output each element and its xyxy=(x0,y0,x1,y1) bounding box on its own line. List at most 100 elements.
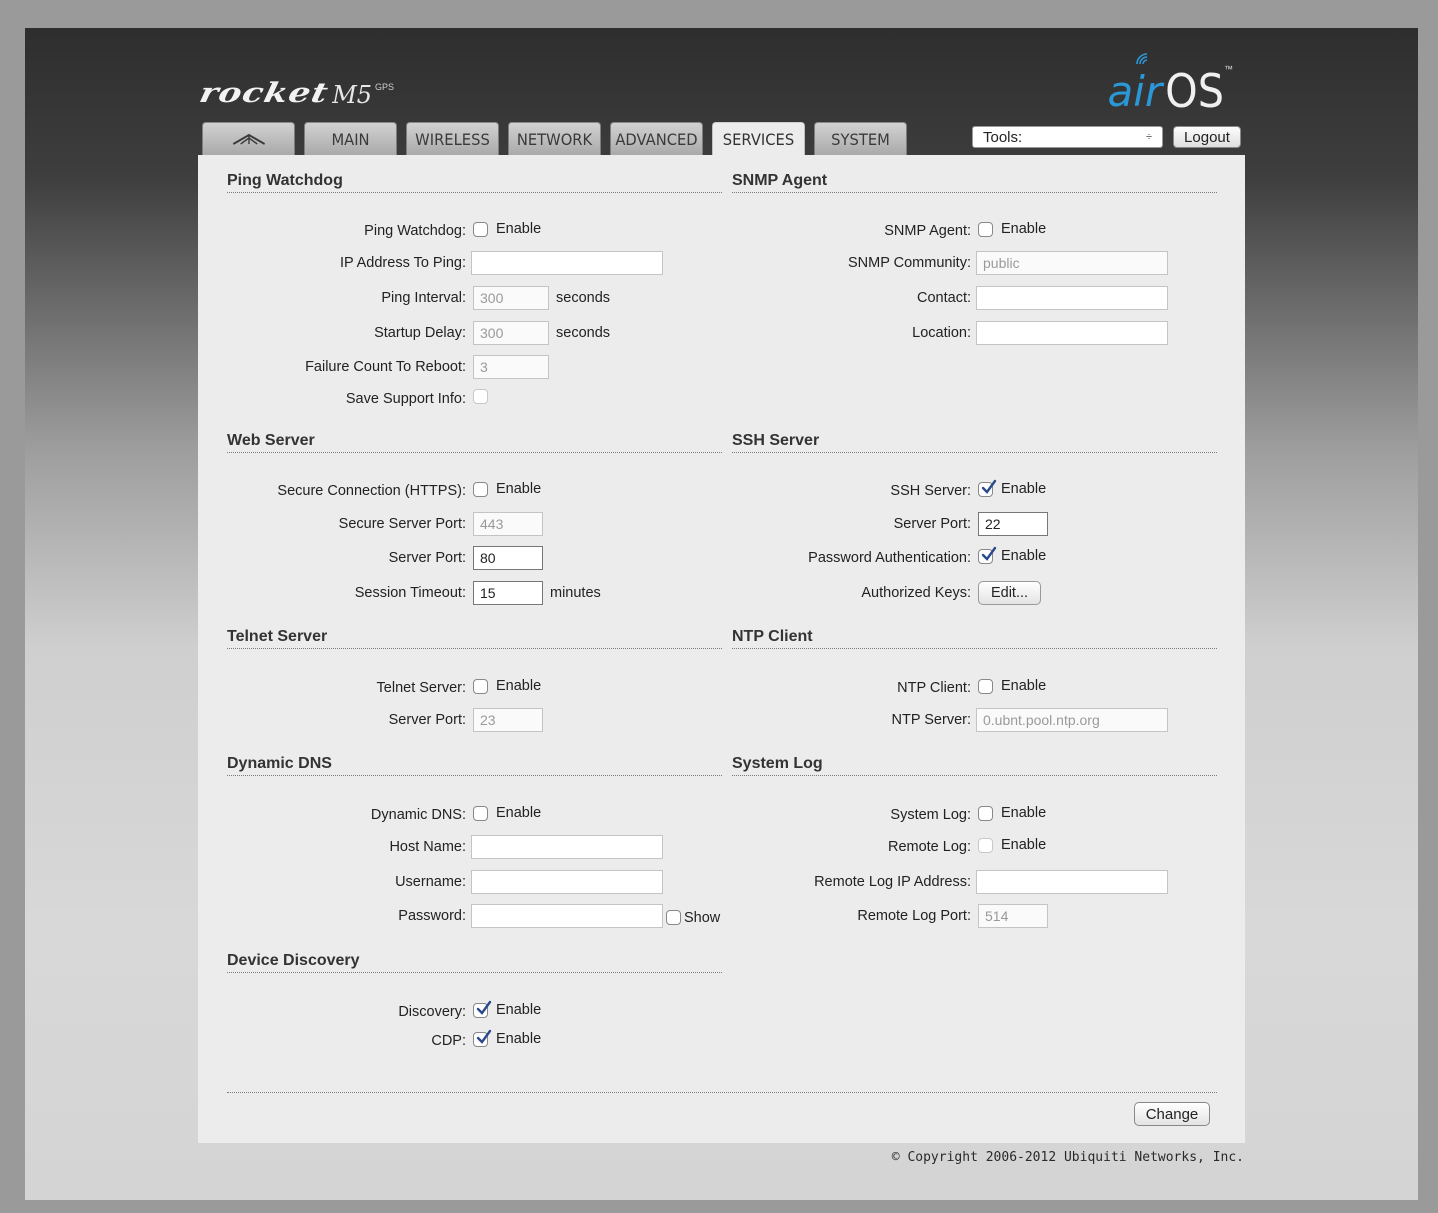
remote-log-label: Remote Log: xyxy=(887,839,971,855)
airos-air: air xyxy=(1107,67,1163,116)
https-control: Enable xyxy=(473,481,541,497)
dynamic-dns-section: Dynamic DNS xyxy=(227,755,722,776)
services-panel: Ping Watchdog Ping Watchdog: Enable IP A… xyxy=(198,155,1245,1143)
web-port-control: 80 xyxy=(473,546,543,570)
https-label: Secure Connection (HTTPS): xyxy=(277,483,466,499)
password-auth-checkbox[interactable] xyxy=(978,546,997,564)
logo-product: rocket xyxy=(196,77,332,109)
airos-tm: ™ xyxy=(1224,64,1233,74)
ssh-server-control: Enable xyxy=(978,479,1046,497)
snmp-community-label: SNMP Community: xyxy=(847,255,971,271)
location-input[interactable] xyxy=(976,321,1168,345)
ntp-client-section: NTP Client xyxy=(732,628,1217,649)
tab-advanced[interactable]: ADVANCED xyxy=(610,122,703,155)
cdp-checkbox[interactable] xyxy=(473,1029,492,1047)
startup-delay-control: 300 seconds xyxy=(473,321,610,345)
web-port-input[interactable]: 80 xyxy=(473,546,543,570)
host-name-label: Host Name: xyxy=(389,839,466,855)
enable-label: Enable xyxy=(496,678,542,694)
startup-delay-input[interactable]: 300 xyxy=(473,321,549,345)
contact-input[interactable] xyxy=(976,286,1168,310)
ssh-server-checkbox[interactable] xyxy=(978,479,997,497)
failure-count-control: 3 xyxy=(473,355,549,379)
tab-network[interactable]: NETWORK xyxy=(508,122,601,155)
tab-home[interactable] xyxy=(202,122,295,155)
logout-button[interactable]: Logout xyxy=(1173,126,1241,148)
remote-log-port-input[interactable]: 514 xyxy=(978,904,1048,928)
seconds-unit: seconds xyxy=(556,325,611,341)
ubiquiti-logo-icon xyxy=(232,133,265,145)
password-auth-label: Password Authentication: xyxy=(808,550,971,566)
remote-log-port-label: Remote Log Port: xyxy=(857,908,971,924)
ssh-port-input[interactable]: 22 xyxy=(978,512,1048,536)
seconds-unit: seconds xyxy=(556,290,611,306)
bottom-divider xyxy=(227,1092,1217,1093)
minutes-unit: minutes xyxy=(550,585,601,601)
select-arrows-icon: ÷ xyxy=(1145,131,1152,143)
enable-label: Enable xyxy=(496,1031,542,1047)
authorized-keys-control: Edit... xyxy=(978,581,1041,605)
https-checkbox[interactable] xyxy=(473,481,488,497)
snmp-community-input[interactable]: public xyxy=(976,251,1168,275)
enable-label: Enable xyxy=(1001,221,1047,237)
ping-interval-control: 300 seconds xyxy=(473,286,610,310)
telnet-port-input[interactable]: 23 xyxy=(473,708,543,732)
enable-label: Enable xyxy=(1001,678,1047,694)
snmp-agent-control: Enable xyxy=(978,221,1046,237)
tab-system[interactable]: SYSTEM xyxy=(814,122,907,155)
section-title: NTP Client xyxy=(732,628,1217,649)
section-title: Dynamic DNS xyxy=(227,755,722,776)
show-password-checkbox[interactable] xyxy=(666,910,681,925)
username-input[interactable] xyxy=(471,870,663,894)
telnet-server-checkbox[interactable] xyxy=(473,678,488,694)
ntp-server-input[interactable]: 0.ubnt.pool.ntp.org xyxy=(976,708,1168,732)
telnet-port-label: Server Port: xyxy=(388,712,466,728)
change-button[interactable]: Change xyxy=(1134,1102,1210,1126)
checkmark-icon xyxy=(981,546,997,561)
ddns-checkbox[interactable] xyxy=(473,805,488,821)
ip-address-input[interactable] xyxy=(471,251,663,275)
remote-log-checkbox[interactable] xyxy=(978,837,993,853)
authorized-keys-label: Authorized Keys: xyxy=(861,585,971,601)
telnet-server-control: Enable xyxy=(473,678,541,694)
save-support-checkbox[interactable] xyxy=(473,389,488,404)
secure-port-input[interactable]: 443 xyxy=(473,512,543,536)
discovery-checkbox[interactable] xyxy=(473,1000,492,1018)
cdp-control: Enable xyxy=(473,1029,542,1047)
rocket-logo: rocket M5 GPS xyxy=(196,77,395,109)
ntp-client-checkbox[interactable] xyxy=(978,678,993,694)
section-title: SSH Server xyxy=(732,432,1217,453)
failure-count-input[interactable]: 3 xyxy=(473,355,549,379)
discovery-control: Enable xyxy=(473,1000,541,1018)
snmp-agent-label: SNMP Agent: xyxy=(884,223,971,239)
password-input[interactable] xyxy=(471,904,663,928)
session-timeout-input[interactable]: 15 xyxy=(473,581,543,605)
remote-log-ip-input[interactable] xyxy=(976,870,1168,894)
logo-suffix: GPS xyxy=(375,82,395,92)
ssh-server-section: SSH Server xyxy=(732,432,1217,453)
system-log-checkbox[interactable] xyxy=(978,805,993,821)
airos-os: OS xyxy=(1165,64,1224,118)
snmp-agent-checkbox[interactable] xyxy=(978,221,993,237)
session-timeout-label: Session Timeout: xyxy=(354,585,466,601)
copyright-text: © Copyright 2006-2012 Ubiquiti Networks,… xyxy=(891,1150,1244,1165)
enable-label: Enable xyxy=(496,221,542,237)
snmp-community-control: public xyxy=(976,251,1168,275)
ping-watchdog-checkbox[interactable] xyxy=(473,221,488,237)
tab-services[interactable]: SERVICES xyxy=(712,122,805,156)
ddns-control: Enable xyxy=(473,805,541,821)
edit-keys-button[interactable]: Edit... xyxy=(978,581,1041,605)
host-name-input[interactable] xyxy=(471,835,663,859)
section-title: Device Discovery xyxy=(227,952,722,973)
system-log-section: System Log xyxy=(732,755,1217,776)
save-support-label: Save Support Info: xyxy=(345,391,466,407)
ping-watchdog-control: Enable xyxy=(473,221,541,237)
tab-wireless[interactable]: WIRELESS xyxy=(406,122,499,155)
remote-log-port-control: 514 xyxy=(978,904,1048,928)
ping-interval-input[interactable]: 300 xyxy=(473,286,549,310)
tools-select[interactable]: Tools: ÷ xyxy=(972,126,1163,148)
ping-interval-label: Ping Interval: xyxy=(381,290,466,306)
ssh-port-control: 22 xyxy=(978,512,1048,536)
tab-main[interactable]: MAIN xyxy=(304,122,397,155)
checkmark-icon xyxy=(476,1029,492,1044)
